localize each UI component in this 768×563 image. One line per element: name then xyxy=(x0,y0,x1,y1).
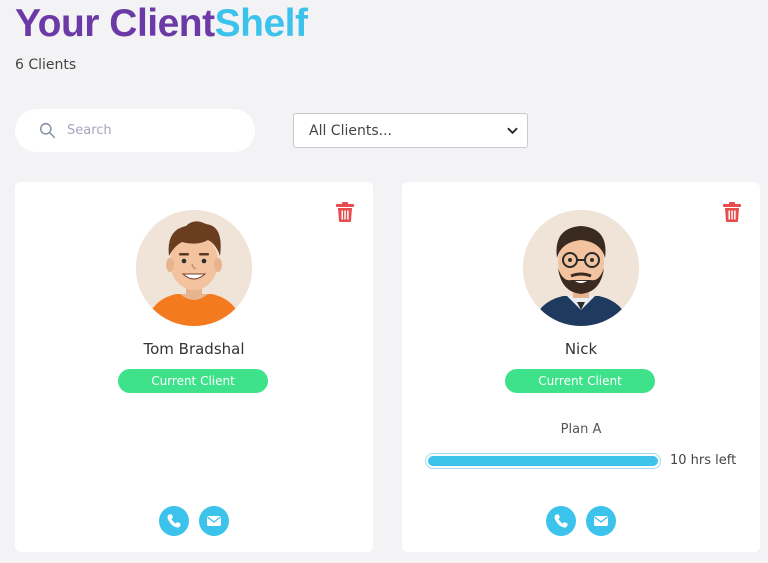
mail-icon xyxy=(594,516,608,526)
hours-left: 10 hrs left xyxy=(670,453,737,468)
call-button[interactable] xyxy=(159,506,189,536)
plan-progress-fill xyxy=(428,456,658,466)
search-icon xyxy=(39,122,56,139)
page-title-part-1: Your Client xyxy=(15,2,215,45)
contact-actions xyxy=(402,506,760,536)
client-filter-select[interactable]: All Clients... xyxy=(293,113,528,148)
mail-icon xyxy=(207,516,221,526)
client-count: 6 Clients xyxy=(15,57,77,73)
status-badge: Current Client xyxy=(118,369,268,393)
plan-progress-bar xyxy=(425,453,661,469)
search-box[interactable] xyxy=(15,109,255,152)
call-button[interactable] xyxy=(546,506,576,536)
client-filter-value: All Clients... xyxy=(309,122,392,139)
status-badge: Current Client xyxy=(505,369,655,393)
page-title: Your ClientShelf xyxy=(15,2,308,46)
client-card: Tom Bradshal Current Client xyxy=(15,182,373,552)
avatar-tom-icon xyxy=(136,210,252,326)
trash-icon[interactable] xyxy=(336,202,354,222)
plan-name: Plan A xyxy=(560,422,602,437)
page-title-part-2: Shelf xyxy=(214,2,308,45)
avatar-nick-icon xyxy=(523,210,639,326)
phone-icon xyxy=(167,514,181,528)
email-button[interactable] xyxy=(586,506,616,536)
client-name: Nick xyxy=(564,340,598,358)
client-name: Tom Bradshal xyxy=(143,340,245,358)
client-card: Nick Current Client Plan A 10 hrs left xyxy=(402,182,760,552)
email-button[interactable] xyxy=(199,506,229,536)
trash-icon[interactable] xyxy=(723,202,741,222)
contact-actions xyxy=(15,506,373,536)
search-input[interactable] xyxy=(67,123,227,138)
phone-icon xyxy=(554,514,568,528)
chevron-down-icon xyxy=(507,127,518,134)
